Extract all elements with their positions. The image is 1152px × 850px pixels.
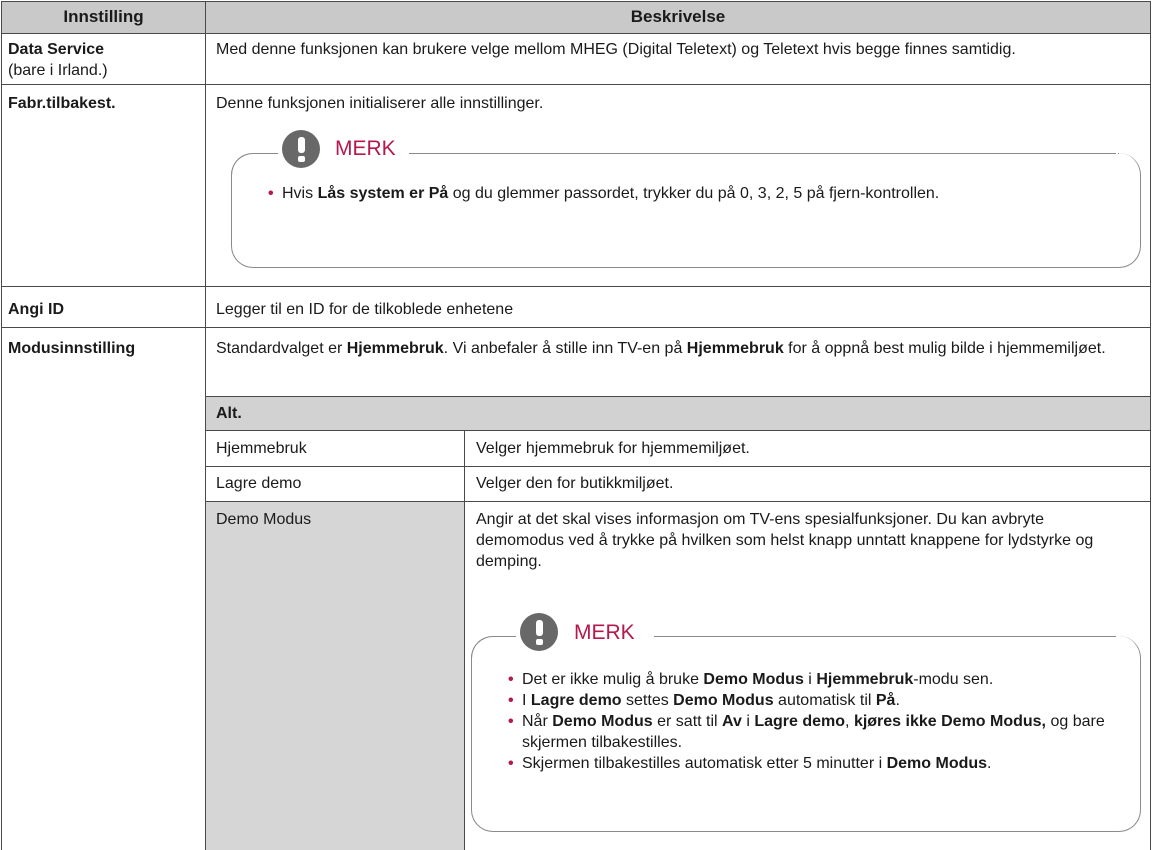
option-demo-name: Demo Modus — [216, 511, 312, 528]
header-setting: Innstilling — [2, 2, 205, 33]
header-description: Beskrivelse — [206, 2, 1150, 33]
row-factory-reset-name: Fabr.tilbakest. — [8, 95, 116, 112]
row-set-id-name: Angi ID — [8, 301, 64, 318]
grid-line — [1, 84, 1151, 85]
demo-name-cell-bg — [206, 502, 464, 850]
row-mode-setting-name: Modusinnstilling — [8, 340, 136, 357]
note-bullet: Skjermen tilbakestilles automatisk etter… — [508, 753, 1118, 774]
note-title: MERK — [335, 137, 396, 160]
row-set-id-desc: Legger til en ID for de tilkoblede enhet… — [216, 301, 514, 318]
setting-sub: (bare i Irland.) — [8, 62, 108, 79]
row-data-service-desc: Med denne funksjonen kan brukere velge m… — [216, 41, 1016, 58]
option-store-name: Lagre demo — [216, 475, 302, 492]
grid-line — [1, 286, 1151, 287]
option-demo-desc: Angir at det skal vises informasjon om T… — [476, 511, 1094, 570]
row-factory-reset-desc: Denne funksjonen initialiserer alle inns… — [216, 95, 544, 112]
setting-name: Data Service — [8, 41, 105, 58]
note-border — [1118, 153, 1119, 154]
settings-table: Innstilling Beskrivelse Data Service (ba… — [0, 0, 1152, 850]
grid-line — [206, 466, 1151, 467]
option-home-name: Hjemmebruk — [216, 440, 307, 457]
grid-line — [1150, 1, 1151, 850]
exclamation-icon — [520, 613, 558, 651]
grid-line — [464, 430, 465, 850]
note-bullet: Hvis Lås system er På og du glemmer pass… — [268, 183, 1088, 204]
options-header: Alt. — [216, 405, 242, 422]
grid-line — [205, 1, 206, 850]
note-bullet: Når Demo Modus er satt til Av i Lagre de… — [508, 711, 1118, 753]
row-mode-setting-desc: Standardvalget er Hjemmebruk. Vi anbefal… — [216, 340, 1106, 357]
grid-line — [1, 1, 1151, 2]
note-bullet: Det er ikke mulig å bruke Demo Modus i H… — [508, 669, 1118, 690]
grid-line — [1, 33, 1151, 34]
grid-line — [1, 1, 2, 850]
note-bullets: Det er ikke mulig å bruke Demo Modus i H… — [508, 669, 1118, 774]
grid-line — [206, 430, 1151, 431]
option-store-desc: Velger den for butikkmiljøet. — [476, 475, 674, 492]
grid-line — [206, 501, 1151, 502]
note-box — [231, 153, 1141, 268]
option-home-desc: Velger hjemmebruk for hjemmemiljøet. — [476, 440, 750, 457]
note-title: MERK — [574, 621, 635, 644]
grid-line — [206, 396, 1151, 397]
note-bullets: Hvis Lås system er På og du glemmer pass… — [268, 183, 1088, 204]
note-bullet: I Lagre demo settes Demo Modus automatis… — [508, 690, 1118, 711]
exclamation-icon — [282, 130, 320, 168]
row-data-service-name: Data Service (bare i Irland.) — [8, 39, 203, 81]
grid-line — [1, 327, 1151, 328]
